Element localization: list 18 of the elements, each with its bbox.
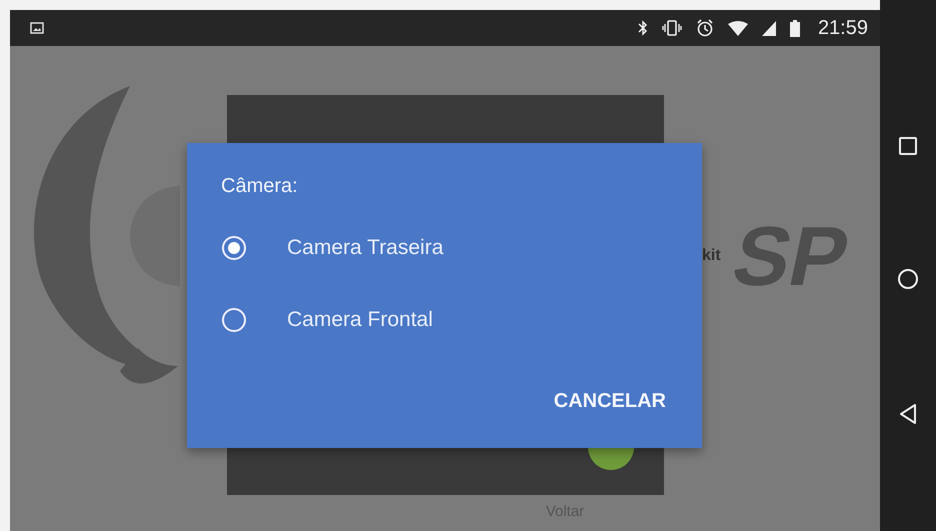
bluetooth-icon bbox=[638, 20, 648, 36]
radio-icon[interactable] bbox=[221, 307, 247, 333]
clock-time: 21:59 bbox=[818, 16, 868, 40]
image-icon bbox=[30, 22, 44, 34]
signal-icon bbox=[762, 20, 776, 36]
battery-icon bbox=[790, 20, 800, 36]
logo-caption: kit bbox=[702, 247, 721, 265]
back-icon[interactable] bbox=[898, 402, 918, 425]
radio-icon[interactable] bbox=[221, 235, 247, 261]
wifi-icon bbox=[728, 20, 748, 36]
radio-option[interactable]: Camera Frontal bbox=[221, 284, 433, 356]
alarm-icon bbox=[696, 19, 714, 37]
dialog-title: Câmera: bbox=[221, 175, 298, 198]
home-icon[interactable] bbox=[897, 268, 919, 290]
vibrate-icon bbox=[662, 20, 682, 36]
recents-icon[interactable] bbox=[898, 136, 918, 156]
cancel-button[interactable]: CANCELAR bbox=[554, 386, 666, 417]
radio-option[interactable]: Camera Traseira bbox=[221, 212, 444, 284]
